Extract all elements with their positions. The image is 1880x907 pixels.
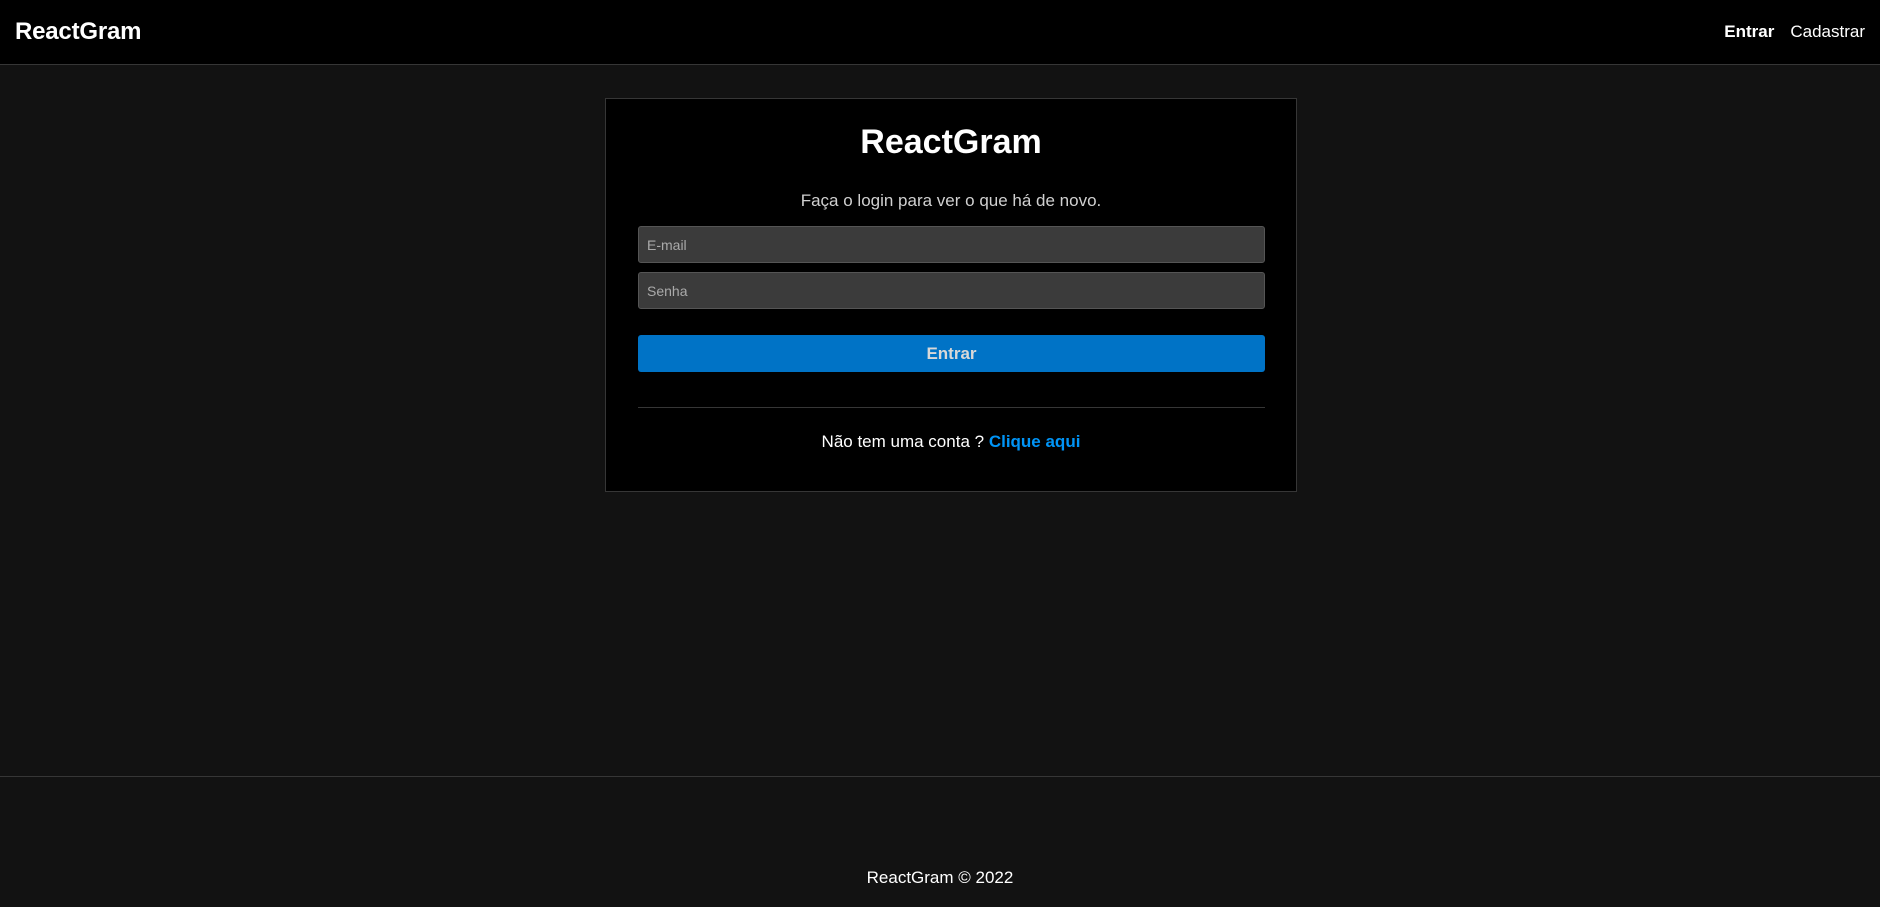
divider [638, 407, 1265, 408]
login-title: ReactGram [860, 123, 1042, 161]
nav-link-entrar[interactable]: Entrar [1724, 22, 1774, 42]
footer: ReactGram © 2022 [0, 776, 1880, 907]
brand-logo-link[interactable]: ReactGram [15, 18, 141, 46]
email-input[interactable] [638, 226, 1265, 263]
nav-links: Entrar Cadastrar [1724, 22, 1865, 42]
login-submit-button[interactable]: Entrar [638, 335, 1265, 372]
footer-copyright: ReactGram © 2022 [866, 868, 1014, 887]
login-subtitle: Faça o login para ver o que há de novo. [800, 191, 1102, 210]
login-card: ReactGram Faça o login para ver o que há… [605, 98, 1297, 492]
nav-link-cadastrar[interactable]: Cadastrar [1790, 22, 1865, 42]
register-prompt-text: Não tem uma conta ? [821, 432, 985, 451]
register-link[interactable]: Clique aqui [989, 432, 1081, 451]
register-prompt-line: Não tem uma conta ? Clique aqui [606, 432, 1296, 452]
password-input[interactable] [638, 272, 1265, 309]
navbar: ReactGram Entrar Cadastrar [0, 0, 1880, 65]
